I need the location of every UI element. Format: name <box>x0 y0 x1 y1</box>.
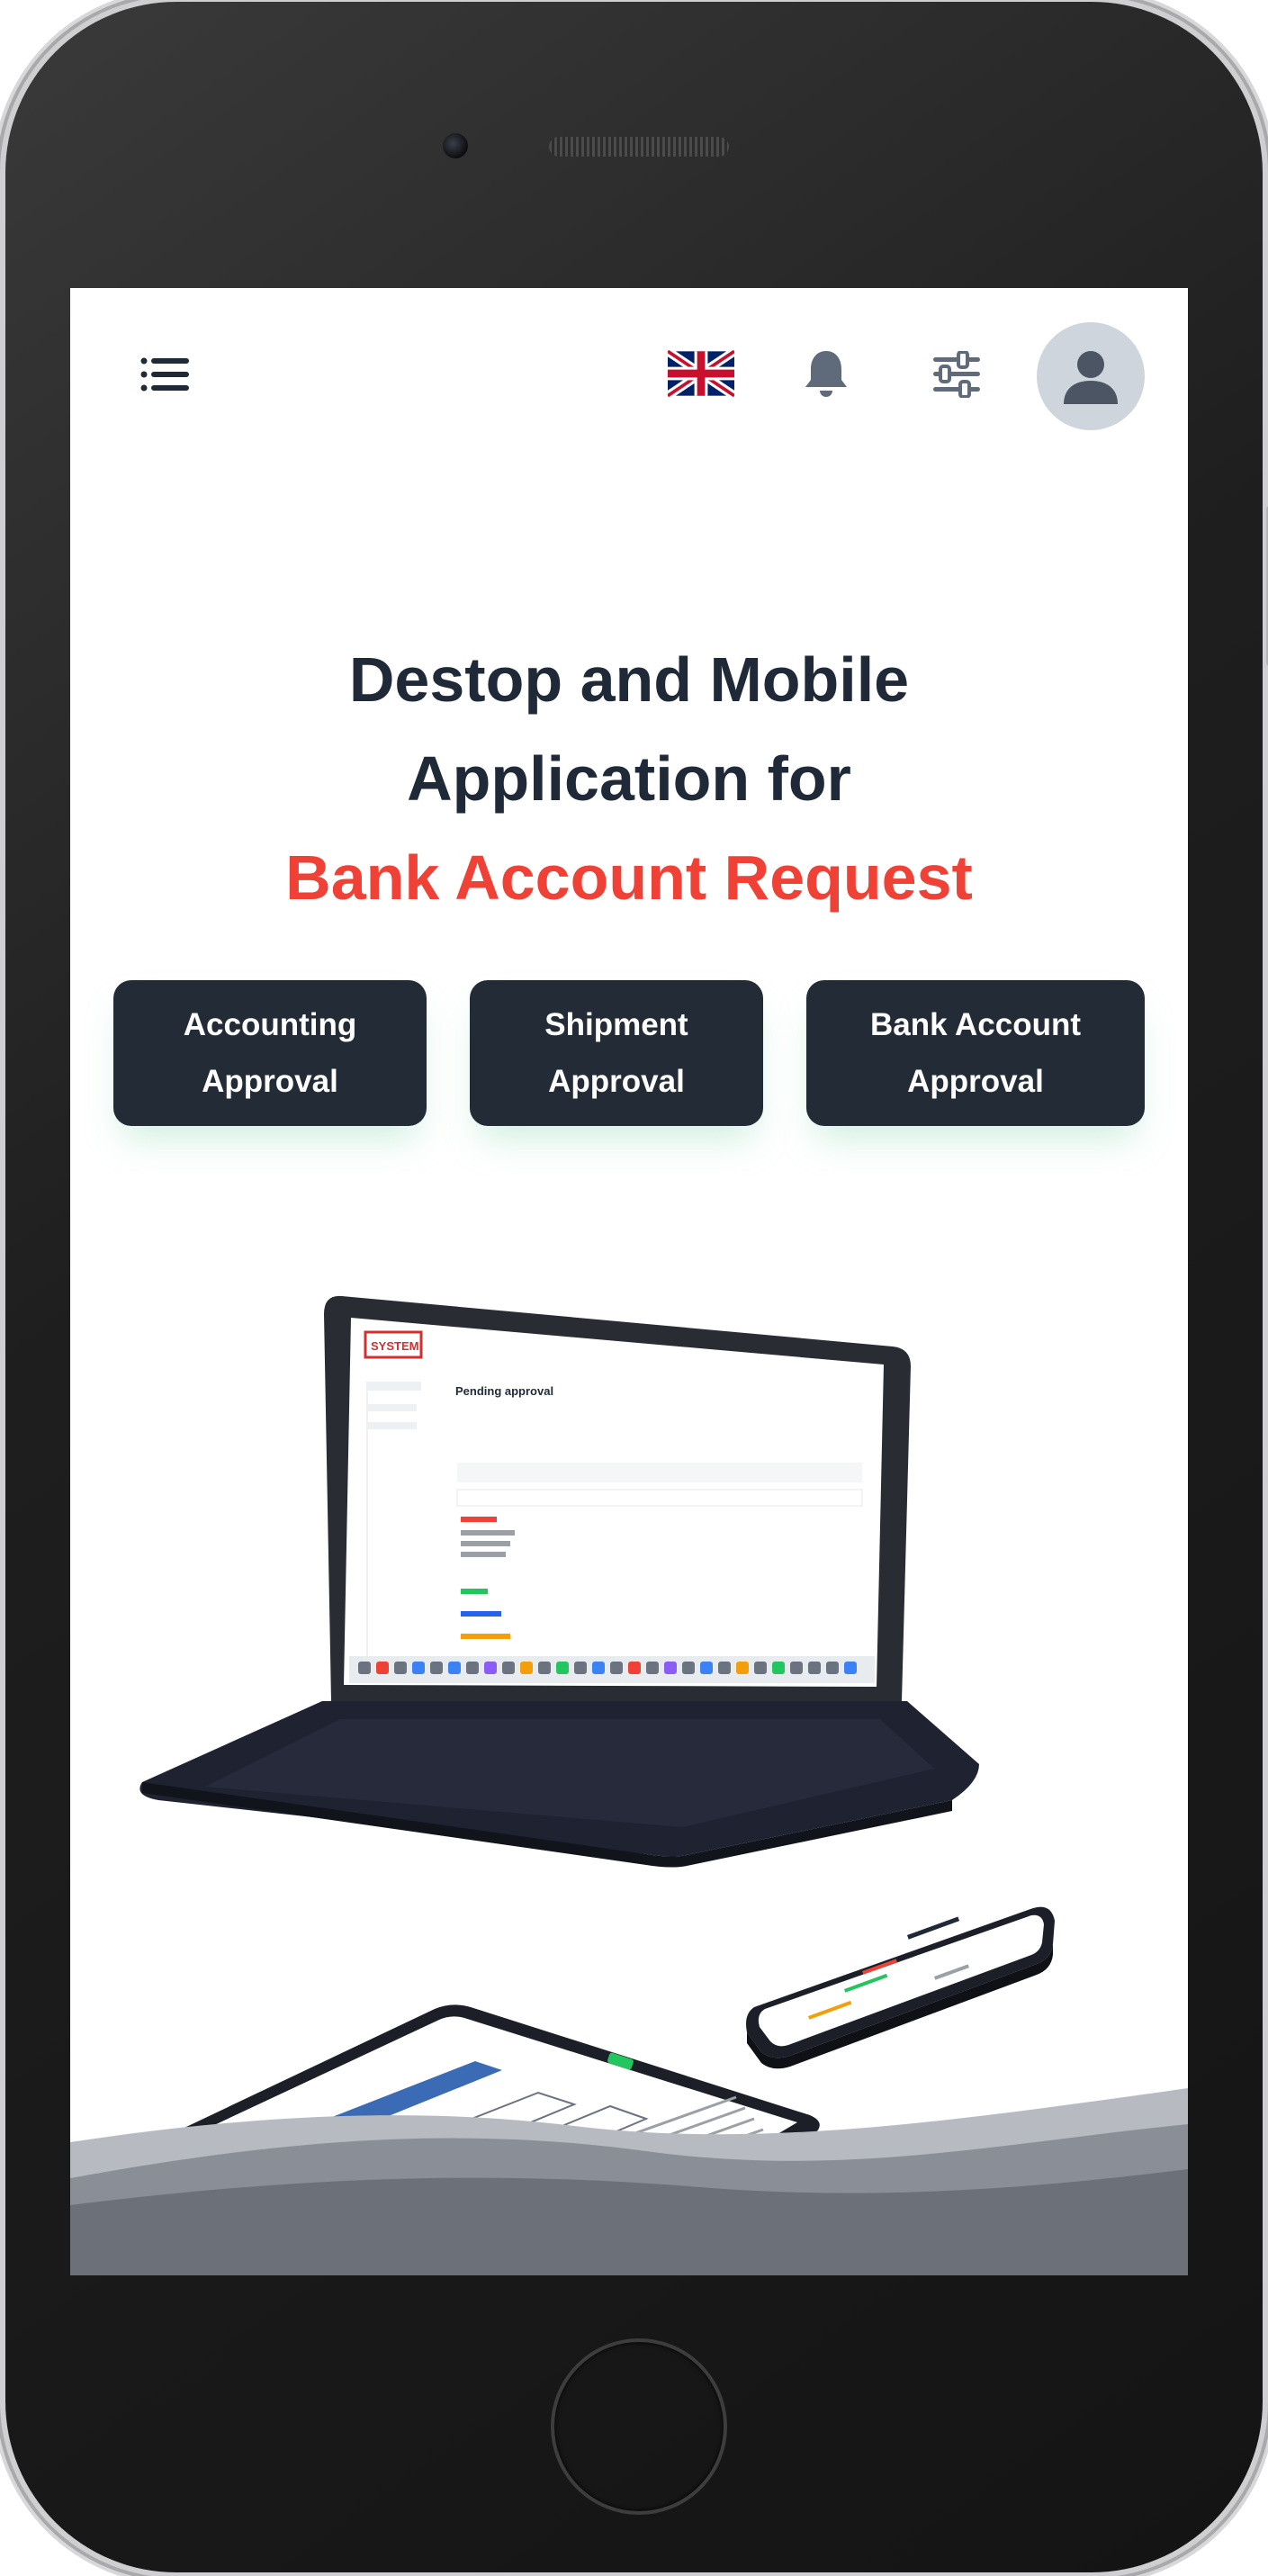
uk-flag-icon[interactable] <box>668 349 734 398</box>
hero-title-line-2: Application for <box>407 743 851 814</box>
hero-title-line-1: Destop and Mobile <box>348 644 910 715</box>
earpiece-speaker <box>549 137 729 157</box>
laptop-screen-title: Pending approval <box>455 1384 553 1398</box>
bank-account-approval-label-2: Approval <box>907 1064 1044 1099</box>
user-avatar-icon[interactable] <box>1037 322 1145 430</box>
wave-decoration <box>70 2088 1188 2275</box>
hero-title-accent: Bank Account Request <box>285 842 973 913</box>
laptop-logo-text: SYSTEM <box>371 1339 418 1353</box>
bell-icon[interactable] <box>799 346 853 403</box>
top-bar <box>70 288 1188 459</box>
home-button[interactable] <box>551 2338 727 2515</box>
accounting-approval-button[interactable]: Accounting Approval <box>113 980 427 1126</box>
bank-account-approval-button[interactable]: Bank Account Approval <box>806 980 1145 1126</box>
front-camera <box>443 133 468 158</box>
hero-heading: Destop and Mobile Application for Bank A… <box>70 630 1188 927</box>
app-screen: Destop and Mobile Application for Bank A… <box>70 288 1188 2275</box>
bank-account-approval-label-1: Bank Account <box>869 1007 1081 1042</box>
shipment-approval-button[interactable]: Shipment Approval <box>470 980 763 1126</box>
phone-image <box>746 1906 1055 2069</box>
accounting-approval-label-2: Approval <box>202 1064 338 1099</box>
laptop-image: SYSTEM Pending approval <box>139 1295 980 1868</box>
shipment-approval-label-1: Shipment <box>544 1007 688 1042</box>
sliders-icon[interactable] <box>929 346 985 403</box>
hamburger-menu-icon[interactable] <box>139 347 193 401</box>
accounting-approval-label-1: Accounting <box>183 1007 357 1042</box>
shipment-approval-label-2: Approval <box>548 1064 685 1099</box>
